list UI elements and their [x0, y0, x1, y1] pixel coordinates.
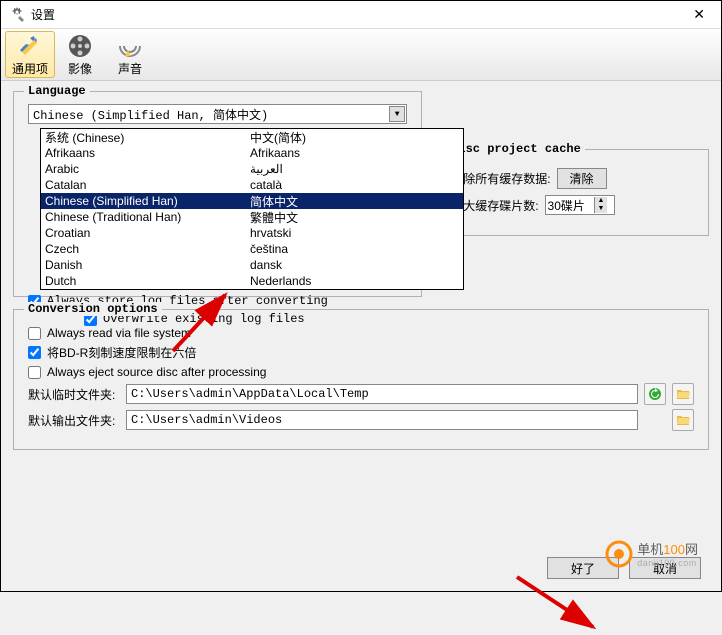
- conversion-options-group: Conversion options Always read via file …: [13, 309, 709, 450]
- language-group: Language Chinese (Simplified Han, 简体中文) …: [13, 91, 422, 297]
- bdr-limit-row[interactable]: 将BD-R刻制速度限制在六倍: [28, 344, 694, 361]
- language-combo[interactable]: Chinese (Simplified Han, 简体中文) ▼: [28, 104, 407, 124]
- chevron-down-icon[interactable]: ▼: [389, 106, 405, 122]
- watermark: 单机100网 danji100.com: [605, 539, 698, 568]
- tab-audio[interactable]: 声音: [105, 31, 155, 78]
- language-option[interactable]: Catalancatalà: [41, 177, 463, 193]
- temp-folder-label: 默认临时文件夹:: [28, 386, 120, 403]
- clear-cache-button[interactable]: 清除: [557, 168, 607, 189]
- tab-general[interactable]: 通用项: [5, 31, 55, 78]
- disc-cache-legend: Disc project cache: [447, 142, 585, 156]
- language-dropdown[interactable]: 系统 (Chinese)中文(简体)AfrikaansAfrikaansArab…: [40, 128, 464, 290]
- disc-cache-group: Disc project cache 清除所有缓存数据: 清除 最大缓存碟片数:…: [436, 149, 709, 236]
- refresh-icon: [648, 387, 662, 401]
- output-folder-input[interactable]: [126, 410, 638, 430]
- language-option[interactable]: Chinese (Simplified Han)简体中文: [41, 193, 463, 209]
- eject-checkbox[interactable]: [28, 366, 41, 379]
- toolbar: 通用项 影像 声音: [1, 29, 721, 81]
- film-reel-icon: [66, 32, 94, 60]
- language-option[interactable]: Danishdansk: [41, 257, 463, 273]
- window-title: 设置: [31, 6, 685, 23]
- spinner-up-icon[interactable]: ▲: [595, 197, 608, 205]
- language-legend: Language: [24, 84, 90, 98]
- temp-folder-input[interactable]: [126, 384, 638, 404]
- close-button[interactable]: ✕: [685, 6, 713, 23]
- wrench-icon: [16, 32, 44, 60]
- eject-row[interactable]: Always eject source disc after processin…: [28, 365, 694, 379]
- conversion-legend: Conversion options: [24, 302, 162, 316]
- max-discs-label: 最大缓存碟片数:: [451, 197, 538, 214]
- settings-icon: [9, 7, 25, 23]
- read-fs-row[interactable]: Always read via file system: [28, 326, 694, 340]
- tab-video[interactable]: 影像: [55, 31, 105, 78]
- language-option[interactable]: 系统 (Chinese)中文(简体): [41, 129, 463, 145]
- language-option[interactable]: Chinese (Traditional Han)繁體中文: [41, 209, 463, 225]
- titlebar: 设置 ✕: [1, 1, 721, 29]
- folder-icon: [676, 413, 690, 427]
- bdr-limit-checkbox[interactable]: [28, 346, 41, 359]
- clear-cache-label: 清除所有缓存数据:: [451, 170, 550, 187]
- max-discs-input[interactable]: [546, 198, 594, 212]
- folder-icon: [676, 387, 690, 401]
- max-discs-spinner[interactable]: ▲▼: [545, 195, 615, 215]
- sound-icon: [116, 32, 144, 60]
- output-folder-label: 默认输出文件夹:: [28, 412, 120, 429]
- browse-output-button[interactable]: [672, 409, 694, 431]
- reset-temp-button[interactable]: [644, 383, 666, 405]
- language-option[interactable]: Croatianhrvatski: [41, 225, 463, 241]
- language-option[interactable]: DutchNederlands: [41, 273, 463, 289]
- watermark-logo-icon: [605, 540, 633, 568]
- spinner-down-icon[interactable]: ▼: [595, 205, 608, 213]
- language-option[interactable]: Czechčeština: [41, 241, 463, 257]
- browse-temp-button[interactable]: [672, 383, 694, 405]
- language-option[interactable]: Arabicالعربية: [41, 161, 463, 177]
- language-option[interactable]: AfrikaansAfrikaans: [41, 145, 463, 161]
- read-fs-checkbox[interactable]: [28, 327, 41, 340]
